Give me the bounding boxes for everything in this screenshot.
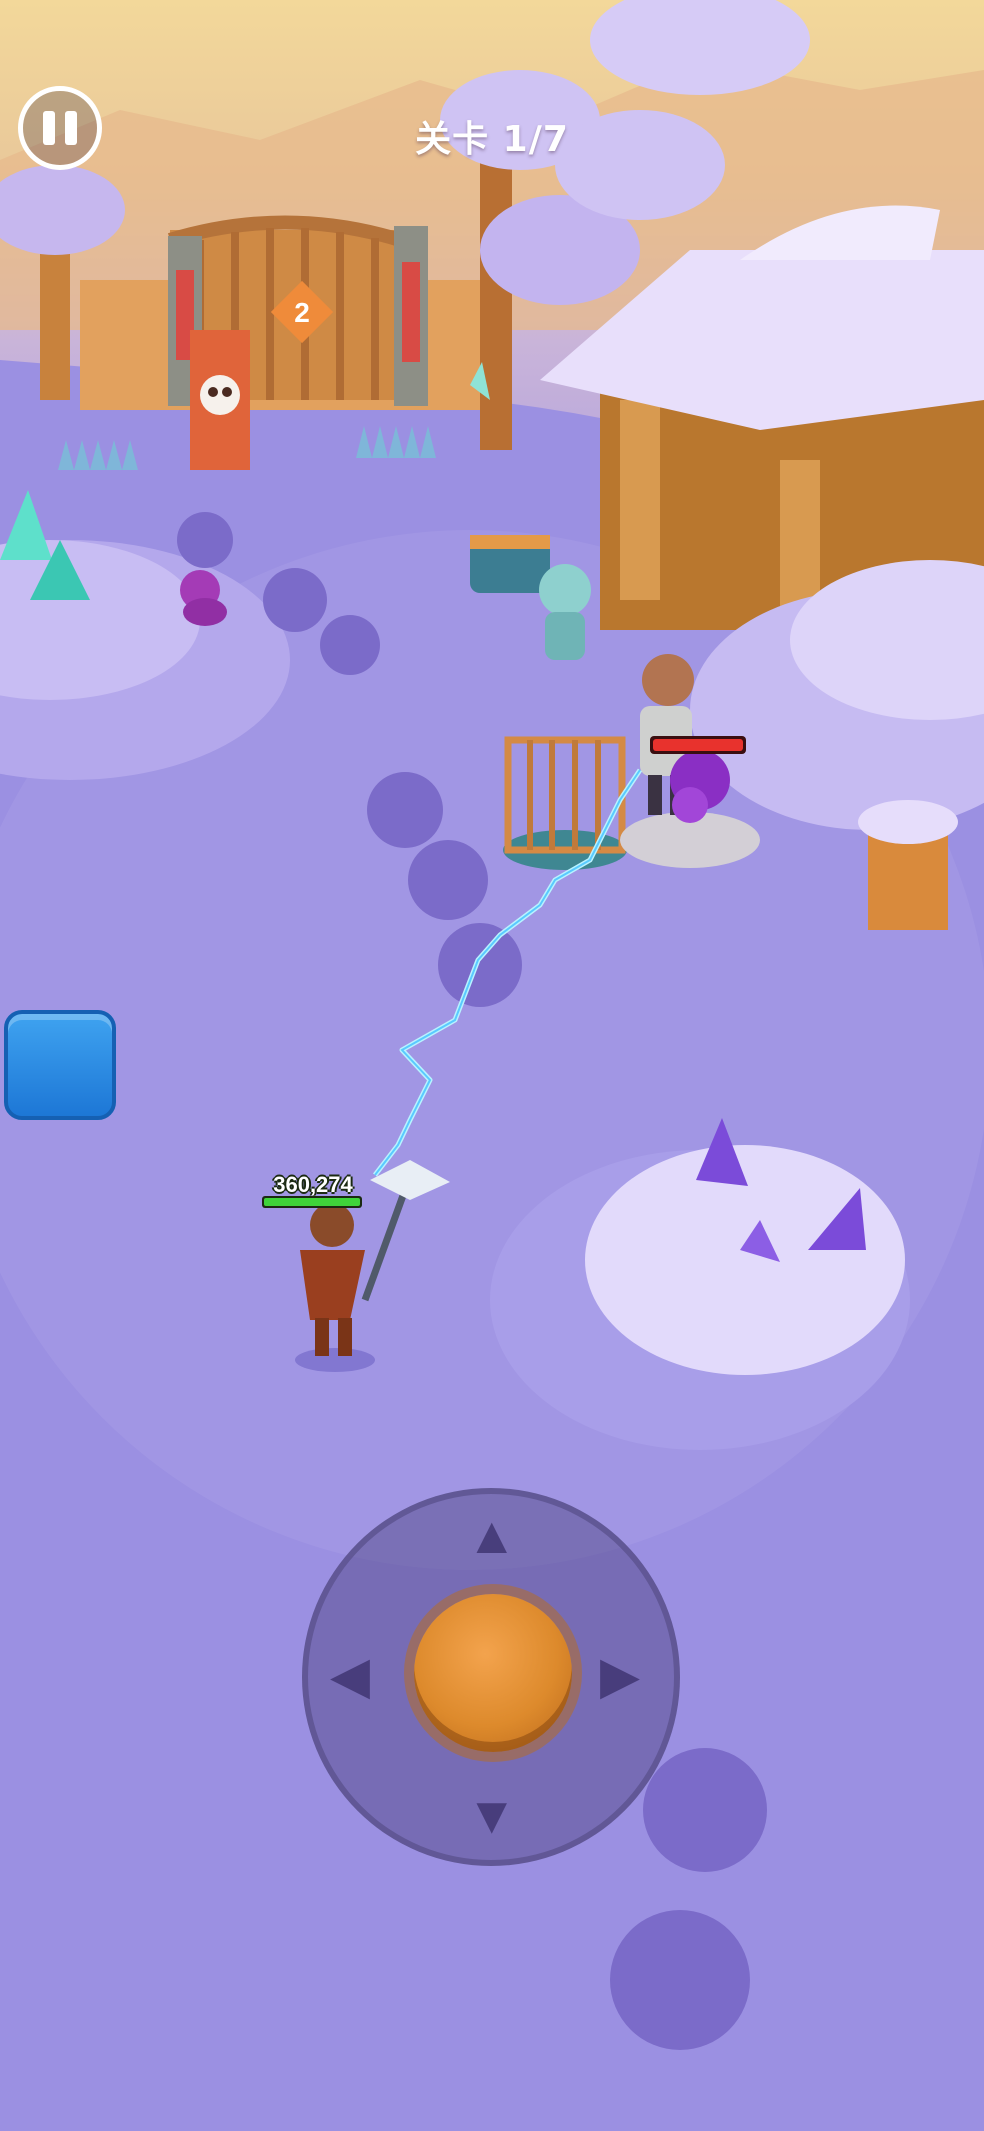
side-panel-button[interactable] <box>4 1010 116 1120</box>
joystick-knob[interactable] <box>414 1594 572 1752</box>
arrow-up-icon: ▲ <box>466 1507 518 1565</box>
enemy-health-bar <box>650 736 746 754</box>
arrow-left-icon: ◀ <box>330 1647 370 1705</box>
player-health-bar <box>262 1196 362 1208</box>
pause-icon <box>43 111 55 145</box>
arrow-down-icon: ▼ <box>466 1787 518 1845</box>
level-indicator: 关卡 1/7 <box>415 119 569 160</box>
pause-button[interactable] <box>18 86 102 170</box>
gate-badge: 2 <box>294 297 310 328</box>
skull-banner <box>190 330 250 470</box>
player-health-fill <box>264 1198 360 1206</box>
player-health-value: 360,274 <box>273 1172 353 1197</box>
pause-icon-bar <box>65 111 77 145</box>
arrow-right-icon: ▶ <box>600 1647 640 1705</box>
enemy-health-fill <box>653 739 743 751</box>
skull-icon <box>200 375 240 415</box>
